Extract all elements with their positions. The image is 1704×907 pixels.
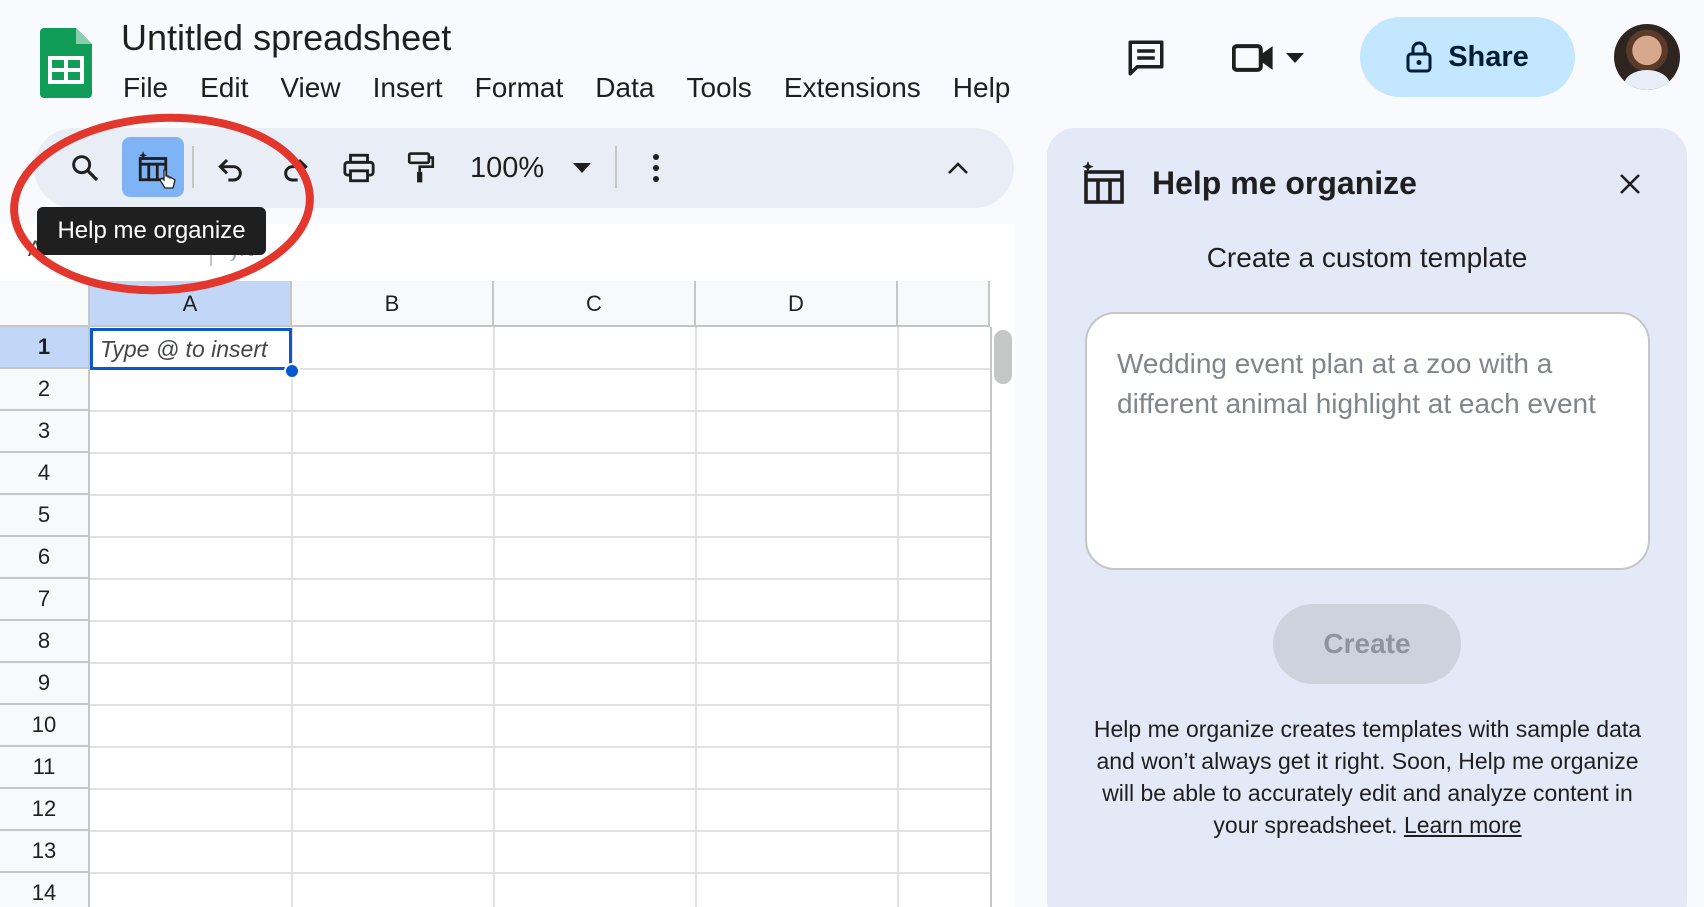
grid-line: [90, 830, 990, 832]
more-options-button[interactable]: [635, 147, 677, 189]
redo-button[interactable]: [274, 147, 316, 189]
disclaimer-body: Help me organize creates templates with …: [1093, 716, 1642, 838]
grid-line: [291, 327, 293, 907]
zoom-select[interactable]: 100%: [470, 150, 544, 186]
help-me-organize-button[interactable]: [122, 137, 184, 197]
search-menus-button[interactable]: [64, 147, 106, 189]
grid-line: [897, 327, 899, 907]
menu-view[interactable]: View: [272, 70, 348, 106]
row-header-5[interactable]: 5: [0, 495, 90, 537]
comment-icon: [1128, 40, 1164, 76]
menu-data[interactable]: Data: [587, 70, 662, 106]
paint-format-icon: [407, 152, 435, 183]
column-header-b[interactable]: B: [292, 281, 494, 327]
meet-button[interactable]: [1232, 36, 1322, 80]
grid-line: [90, 536, 990, 538]
disclaimer-text: Help me organize creates templates with …: [1085, 713, 1650, 841]
column-header-d[interactable]: D: [696, 281, 898, 327]
collapse-toolbar-button[interactable]: [937, 147, 979, 189]
row-header-12[interactable]: 12: [0, 789, 90, 831]
organize-panel-icon: [1080, 160, 1128, 208]
zoom-dropdown-icon: [573, 163, 591, 173]
row-header-9[interactable]: 9: [0, 663, 90, 705]
grid-line: [90, 662, 990, 664]
row-header-14[interactable]: 14: [0, 873, 90, 907]
account-avatar[interactable]: [1614, 24, 1680, 90]
row-header-6[interactable]: 6: [0, 537, 90, 579]
grid-line: [493, 327, 495, 907]
learn-more-link[interactable]: Learn more: [1404, 812, 1522, 838]
menu-format[interactable]: Format: [467, 70, 572, 106]
grid-line: [90, 872, 990, 874]
template-prompt-input[interactable]: [1085, 312, 1650, 570]
grid-line: [90, 410, 990, 412]
tooltip: Help me organize: [37, 207, 266, 255]
column-header-e[interactable]: [898, 281, 990, 327]
menu-help[interactable]: Help: [945, 70, 1019, 106]
search-icon: [72, 155, 99, 182]
grid-line: [90, 494, 990, 496]
active-cell-a1[interactable]: Type @ to insert: [90, 328, 292, 370]
grid-line: [90, 620, 990, 622]
menu-bar: File Edit View Insert Format Data Tools …: [112, 70, 1034, 106]
menu-insert[interactable]: Insert: [365, 70, 451, 106]
row-header-3[interactable]: 3: [0, 411, 90, 453]
sheets-logo-icon[interactable]: [40, 28, 92, 98]
grid-line: [90, 746, 990, 748]
undo-icon: [218, 158, 242, 182]
column-header-a[interactable]: A: [90, 281, 292, 327]
spreadsheet-grid[interactable]: [0, 279, 1015, 907]
menu-extensions[interactable]: Extensions: [776, 70, 929, 106]
collapse-icon: [948, 162, 968, 174]
menu-file[interactable]: File: [112, 70, 176, 106]
row-header-13[interactable]: 13: [0, 831, 90, 873]
vertical-scrollbar[interactable]: [994, 330, 1012, 384]
comments-button[interactable]: [1122, 34, 1170, 82]
print-button[interactable]: [338, 147, 380, 189]
zoom-dropdown-button[interactable]: [561, 147, 603, 189]
panel-title: Help me organize: [1152, 165, 1417, 201]
row-header-2[interactable]: 2: [0, 369, 90, 411]
grid-line: [90, 704, 990, 706]
grid-line: [90, 578, 990, 580]
menu-edit[interactable]: Edit: [192, 70, 256, 106]
create-button[interactable]: Create: [1273, 604, 1461, 684]
select-all-corner[interactable]: [0, 281, 90, 327]
grid-line: [695, 327, 697, 907]
print-icon: [343, 153, 375, 183]
chevron-down-icon: [1286, 53, 1304, 63]
menu-tools[interactable]: Tools: [678, 70, 759, 106]
column-header-c[interactable]: C: [494, 281, 696, 327]
grid-line: [90, 452, 990, 454]
close-icon: [1620, 174, 1640, 194]
hand-cursor-icon: [159, 169, 176, 189]
panel-subtitle: Create a custom template: [1206, 242, 1528, 273]
row-header-4[interactable]: 4: [0, 453, 90, 495]
row-header-11[interactable]: 11: [0, 747, 90, 789]
undo-button[interactable]: [210, 147, 252, 189]
grid-line: [90, 788, 990, 790]
share-label: Share: [1448, 40, 1529, 73]
video-camera-icon: [1232, 44, 1273, 72]
lock-icon: [1406, 41, 1432, 73]
redo-icon: [284, 158, 308, 182]
toolbar-divider: [615, 146, 617, 188]
grid-line: [990, 327, 992, 907]
document-title[interactable]: Untitled spreadsheet: [121, 16, 451, 60]
fill-handle[interactable]: [284, 363, 300, 379]
share-button[interactable]: Share: [1360, 17, 1575, 97]
row-header-10[interactable]: 10: [0, 705, 90, 747]
row-header-8[interactable]: 8: [0, 621, 90, 663]
row-header-1[interactable]: 1: [0, 327, 90, 369]
close-panel-button[interactable]: [1612, 166, 1648, 202]
more-vert-icon: [653, 154, 659, 182]
toolbar-divider: [192, 146, 194, 188]
row-header-7[interactable]: 7: [0, 579, 90, 621]
paint-format-button[interactable]: [400, 147, 442, 189]
